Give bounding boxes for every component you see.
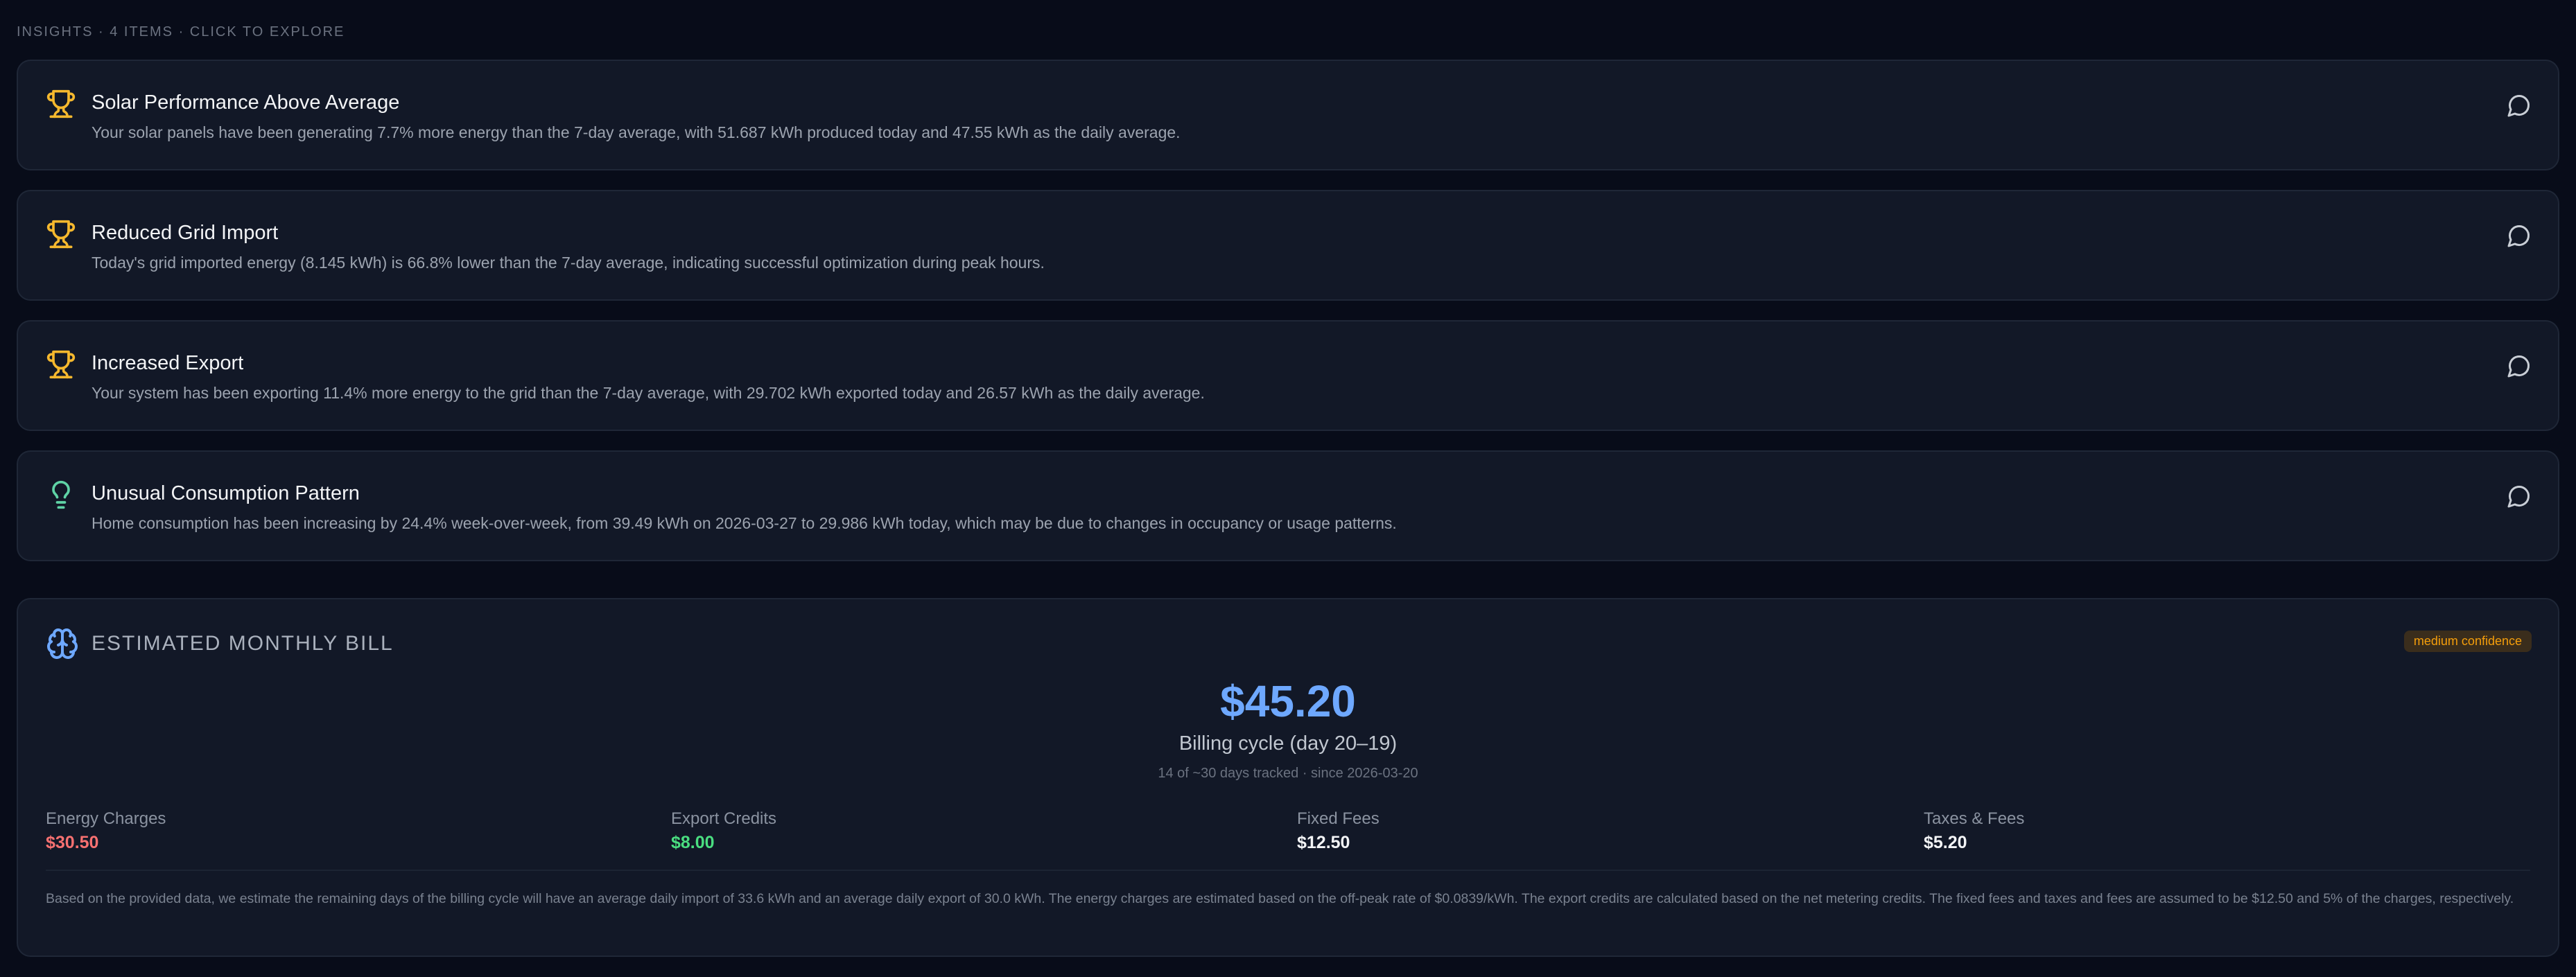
breakdown-value: $5.20 — [1924, 833, 1967, 852]
insight-description: Your system has been exporting 11.4% mor… — [92, 384, 1205, 402]
estimated-bill-card: ESTIMATED MONTHLY BILL medium confidence… — [17, 598, 2559, 957]
chat-icon[interactable] — [2507, 93, 2532, 118]
breakdown-value: $30.50 — [46, 833, 99, 852]
divider — [46, 870, 2530, 871]
breakdown-label: Export Credits — [671, 809, 777, 828]
breakdown-label: Energy Charges — [46, 809, 166, 828]
confidence-badge: medium confidence — [2403, 631, 2532, 652]
billing-cycle: Billing cycle (day 20–19) — [1178, 732, 1398, 755]
breakdown-label: Taxes & Fees — [1924, 809, 2025, 828]
brain-icon — [47, 628, 78, 659]
breakdown-export-credits: Export Credits $8.00 — [671, 809, 776, 853]
section-header: INSIGHTS · 4 ITEMS · CLICK TO EXPLORE — [17, 24, 345, 39]
trophy-icon — [46, 220, 76, 249]
chat-icon[interactable] — [2507, 223, 2532, 248]
bill-amount: $45.20 — [1220, 676, 1356, 726]
trophy-icon — [46, 350, 76, 379]
insight-description: Today's grid imported energy (8.145 kWh)… — [92, 254, 1045, 272]
insight-title: Reduced Grid Import — [92, 222, 279, 244]
chat-icon[interactable] — [2507, 484, 2532, 509]
chat-icon[interactable] — [2507, 353, 2532, 378]
breakdown-label: Fixed Fees — [1297, 809, 1380, 828]
bill-explanation: Based on the provided data, we estimate … — [46, 891, 2514, 906]
insight-card-increased-export[interactable]: Increased Export Your system has been ex… — [17, 320, 2559, 431]
trophy-icon — [46, 89, 76, 118]
breakdown-value: $8.00 — [671, 833, 715, 852]
breakdown-taxes-fees: Taxes & Fees $5.20 — [1924, 809, 2024, 853]
insight-title: Unusual Consumption Pattern — [92, 482, 360, 504]
insight-card-unusual-consumption[interactable]: Unusual Consumption Pattern Home consump… — [17, 450, 2559, 561]
insight-title: Increased Export — [92, 352, 244, 374]
breakdown-energy-charges: Energy Charges $30.50 — [46, 809, 166, 853]
bill-title: ESTIMATED MONTHLY BILL — [92, 632, 394, 655]
breakdown-fixed-fees: Fixed Fees $12.50 — [1297, 809, 1380, 853]
insight-card-reduced-grid-import[interactable]: Reduced Grid Import Today's grid importe… — [17, 190, 2559, 301]
breakdown-value: $12.50 — [1297, 833, 1350, 852]
insight-description: Home consumption has been increasing by … — [92, 514, 1397, 532]
days-tracked: 14 of ~30 days tracked · since 2026-03-2… — [1158, 766, 1418, 781]
insight-card-solar-performance[interactable]: Solar Performance Above Average Your sol… — [17, 60, 2559, 170]
insight-description: Your solar panels have been generating 7… — [92, 123, 1181, 141]
lightbulb-icon — [52, 480, 70, 509]
insight-title: Solar Performance Above Average — [92, 91, 400, 114]
